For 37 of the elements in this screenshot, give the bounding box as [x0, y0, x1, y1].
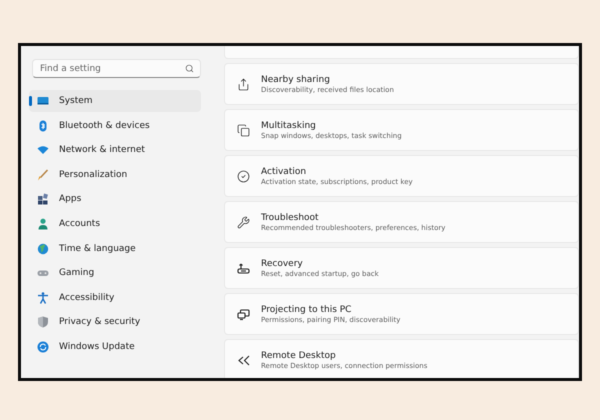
- globe-icon: [37, 242, 49, 255]
- screens-icon: [237, 308, 250, 320]
- setting-title: Recovery: [261, 258, 304, 268]
- recovery-icon: [237, 262, 250, 274]
- checkmark-circle-icon: [237, 170, 250, 182]
- wifi-icon: [37, 144, 49, 156]
- remote-desktop-icon: [237, 354, 250, 366]
- share-icon: [237, 78, 250, 90]
- setting-title: Troubleshoot: [261, 212, 320, 222]
- nav-item[interactable]: Personalization: [29, 164, 201, 186]
- setting-title: Remote Desktop: [261, 350, 337, 360]
- nav-item[interactable]: Time & language: [29, 238, 201, 260]
- nav-item[interactable]: Gaming: [29, 262, 201, 284]
- brush-icon: [37, 168, 49, 181]
- setting-title: Activation: [261, 166, 308, 176]
- apps-icon: [37, 193, 49, 206]
- nav-item[interactable]: System: [29, 90, 201, 112]
- bluetooth-icon: [37, 120, 49, 132]
- nav-item[interactable]: Accounts: [29, 212, 201, 235]
- nav-item[interactable]: Windows Update: [29, 336, 201, 358]
- monitor-icon: [37, 95, 49, 107]
- update-icon: [37, 340, 49, 353]
- nav-item[interactable]: Network & internet: [29, 139, 201, 162]
- setting-title: Nearby sharing: [261, 74, 331, 84]
- nav-item[interactable]: Accessibility: [29, 286, 201, 309]
- nav-item[interactable]: Privacy & security: [29, 311, 201, 334]
- setting-title: Multitasking: [261, 120, 317, 130]
- search-icon: [185, 64, 194, 73]
- accessibility-icon: [37, 292, 49, 304]
- nav-item[interactable]: Apps: [29, 188, 201, 210]
- nav-item[interactable]: Bluetooth & devices: [29, 114, 201, 137]
- windows-icon: [237, 124, 250, 136]
- setting-title: Projecting to this PC: [261, 304, 352, 314]
- shield-icon: [37, 316, 49, 328]
- search-field[interactable]: Find a setting: [32, 59, 201, 78]
- wrench-icon: [237, 216, 250, 228]
- person-icon: [37, 218, 49, 230]
